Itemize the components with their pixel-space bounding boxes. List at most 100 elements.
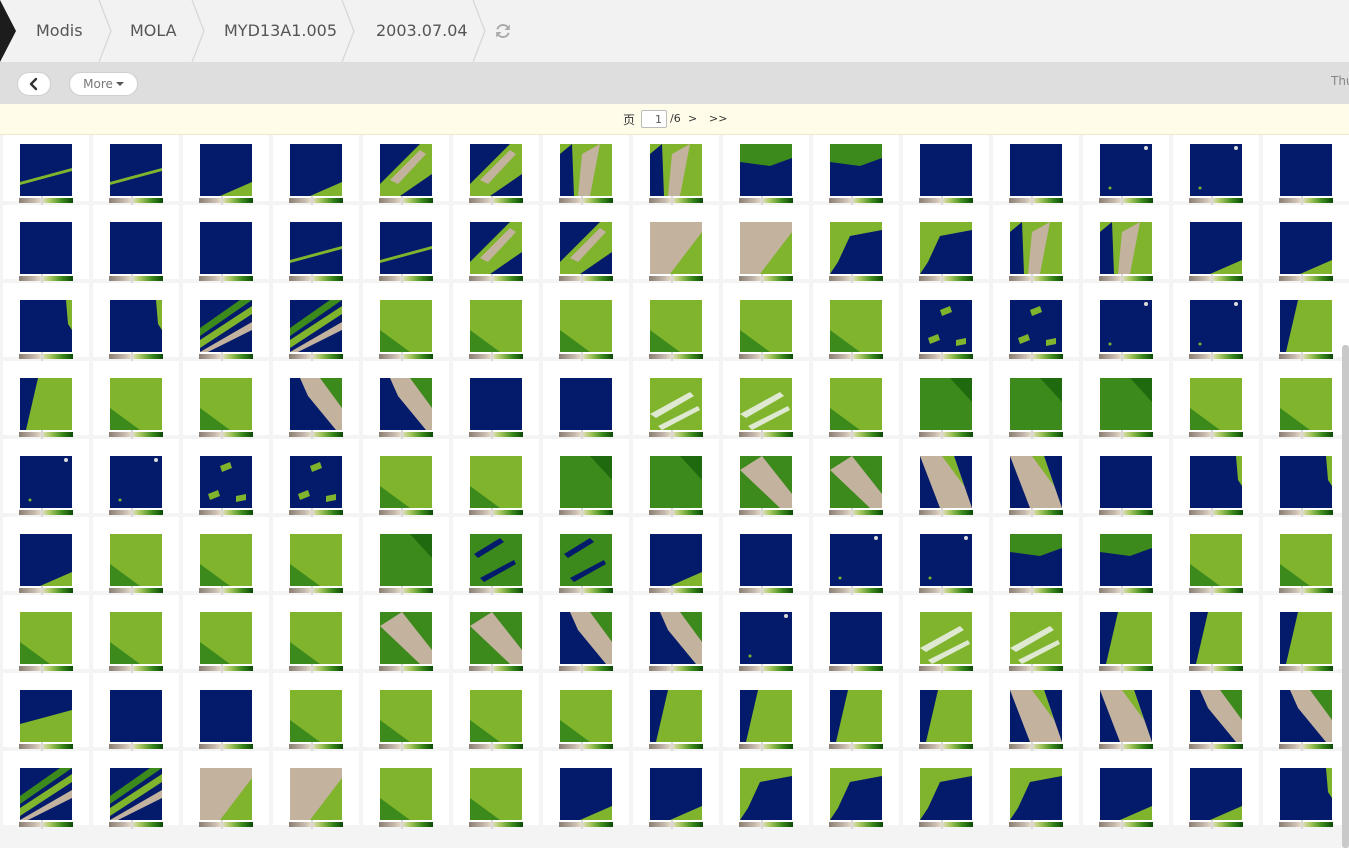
thumbnail-image[interactable] <box>1100 456 1152 508</box>
thumbnail-tile[interactable] <box>453 283 539 361</box>
thumbnail-tile[interactable] <box>1173 595 1259 673</box>
thumbnail-image[interactable] <box>560 768 612 820</box>
thumbnail-image[interactable] <box>380 768 432 820</box>
thumbnail-image[interactable] <box>1280 612 1332 664</box>
thumbnail-image[interactable] <box>650 144 702 196</box>
thumbnail-image[interactable] <box>1280 378 1332 430</box>
thumbnail-tile[interactable] <box>903 205 989 283</box>
thumbnail-tile[interactable] <box>723 751 809 829</box>
thumbnail-image[interactable] <box>560 378 612 430</box>
thumbnail-image[interactable] <box>200 456 252 508</box>
thumbnail-tile[interactable] <box>363 595 449 673</box>
thumbnail-tile[interactable] <box>1083 751 1169 829</box>
thumbnail-tile[interactable] <box>183 751 269 829</box>
thumbnail-image[interactable] <box>110 378 162 430</box>
thumbnail-tile[interactable] <box>543 517 629 595</box>
thumbnail-tile[interactable] <box>813 205 899 283</box>
thumbnail-image[interactable] <box>1190 612 1242 664</box>
thumbnail-image[interactable] <box>200 768 252 820</box>
thumbnail-tile[interactable] <box>273 439 359 517</box>
thumbnail-image[interactable] <box>470 690 522 742</box>
thumbnail-image[interactable] <box>1010 768 1062 820</box>
thumbnail-tile[interactable] <box>363 135 449 205</box>
thumbnail-image[interactable] <box>110 222 162 274</box>
thumbnail-tile[interactable] <box>93 361 179 439</box>
thumbnail-tile[interactable] <box>993 595 1079 673</box>
thumbnail-image[interactable] <box>560 534 612 586</box>
thumbnail-tile[interactable] <box>633 517 719 595</box>
thumbnail-tile[interactable] <box>93 751 179 829</box>
breadcrumb-item-modis[interactable]: Modis <box>36 0 83 62</box>
thumbnail-image[interactable] <box>470 612 522 664</box>
thumbnail-tile[interactable] <box>93 517 179 595</box>
thumbnail-image[interactable] <box>650 534 702 586</box>
thumbnail-image[interactable] <box>1010 144 1062 196</box>
thumbnail-image[interactable] <box>1100 690 1152 742</box>
thumbnail-tile[interactable] <box>1173 439 1259 517</box>
thumbnail-tile[interactable] <box>813 517 899 595</box>
scrollbar[interactable] <box>1342 345 1349 848</box>
thumbnail-image[interactable] <box>1010 300 1062 352</box>
thumbnail-image[interactable] <box>470 144 522 196</box>
thumbnail-image[interactable] <box>470 534 522 586</box>
back-button[interactable] <box>17 72 51 96</box>
thumbnail-image[interactable] <box>380 456 432 508</box>
thumbnail-tile[interactable] <box>3 205 89 283</box>
thumbnail-tile[interactable] <box>903 135 989 205</box>
thumbnail-image[interactable] <box>650 456 702 508</box>
thumbnail-image[interactable] <box>1280 144 1332 196</box>
thumbnail-tile[interactable] <box>1083 439 1169 517</box>
thumbnail-tile[interactable] <box>903 595 989 673</box>
more-dropdown-button[interactable]: More <box>69 72 138 96</box>
thumbnail-tile[interactable] <box>3 751 89 829</box>
thumbnail-image[interactable] <box>470 222 522 274</box>
thumbnail-tile[interactable] <box>543 439 629 517</box>
thumbnail-image[interactable] <box>290 456 342 508</box>
thumbnail-image[interactable] <box>1100 378 1152 430</box>
thumbnail-tile[interactable] <box>633 135 719 205</box>
thumbnail-image[interactable] <box>1100 534 1152 586</box>
refresh-icon[interactable] <box>494 22 512 40</box>
thumbnail-image[interactable] <box>740 378 792 430</box>
thumbnail-tile[interactable] <box>633 751 719 829</box>
thumbnail-image[interactable] <box>20 768 72 820</box>
thumbnail-image[interactable] <box>1010 378 1062 430</box>
thumbnail-image[interactable] <box>920 690 972 742</box>
thumbnail-image[interactable] <box>200 690 252 742</box>
thumbnail-image[interactable] <box>1190 300 1242 352</box>
thumbnail-image[interactable] <box>740 222 792 274</box>
thumbnail-tile[interactable] <box>993 205 1079 283</box>
thumbnail-tile[interactable] <box>1263 361 1349 439</box>
thumbnail-tile[interactable] <box>543 673 629 751</box>
thumbnail-image[interactable] <box>200 378 252 430</box>
thumbnail-tile[interactable] <box>543 283 629 361</box>
thumbnail-tile[interactable] <box>723 283 809 361</box>
thumbnail-image[interactable] <box>470 300 522 352</box>
thumbnail-tile[interactable] <box>3 283 89 361</box>
home-arrow-icon[interactable] <box>0 0 16 62</box>
next-page-link[interactable]: > <box>688 112 697 125</box>
thumbnail-image[interactable] <box>1280 534 1332 586</box>
thumbnail-tile[interactable] <box>363 517 449 595</box>
thumbnail-image[interactable] <box>650 378 702 430</box>
thumbnail-tile[interactable] <box>273 673 359 751</box>
thumbnail-image[interactable] <box>20 378 72 430</box>
thumbnail-image[interactable] <box>830 378 882 430</box>
thumbnail-tile[interactable] <box>453 205 539 283</box>
thumbnail-image[interactable] <box>560 690 612 742</box>
page-number-input[interactable] <box>641 110 667 128</box>
thumbnail-tile[interactable] <box>1173 517 1259 595</box>
thumbnail-image[interactable] <box>920 300 972 352</box>
thumbnail-image[interactable] <box>380 144 432 196</box>
thumbnail-tile[interactable] <box>1083 135 1169 205</box>
thumbnail-image[interactable] <box>830 300 882 352</box>
last-page-link[interactable]: >> <box>709 112 727 125</box>
thumbnail-image[interactable] <box>380 534 432 586</box>
thumbnail-image[interactable] <box>920 534 972 586</box>
thumbnail-tile[interactable] <box>1263 135 1349 205</box>
thumbnail-image[interactable] <box>740 690 792 742</box>
thumbnail-image[interactable] <box>20 690 72 742</box>
thumbnail-image[interactable] <box>110 690 162 742</box>
thumbnail-tile[interactable] <box>903 517 989 595</box>
thumbnail-image[interactable] <box>20 612 72 664</box>
